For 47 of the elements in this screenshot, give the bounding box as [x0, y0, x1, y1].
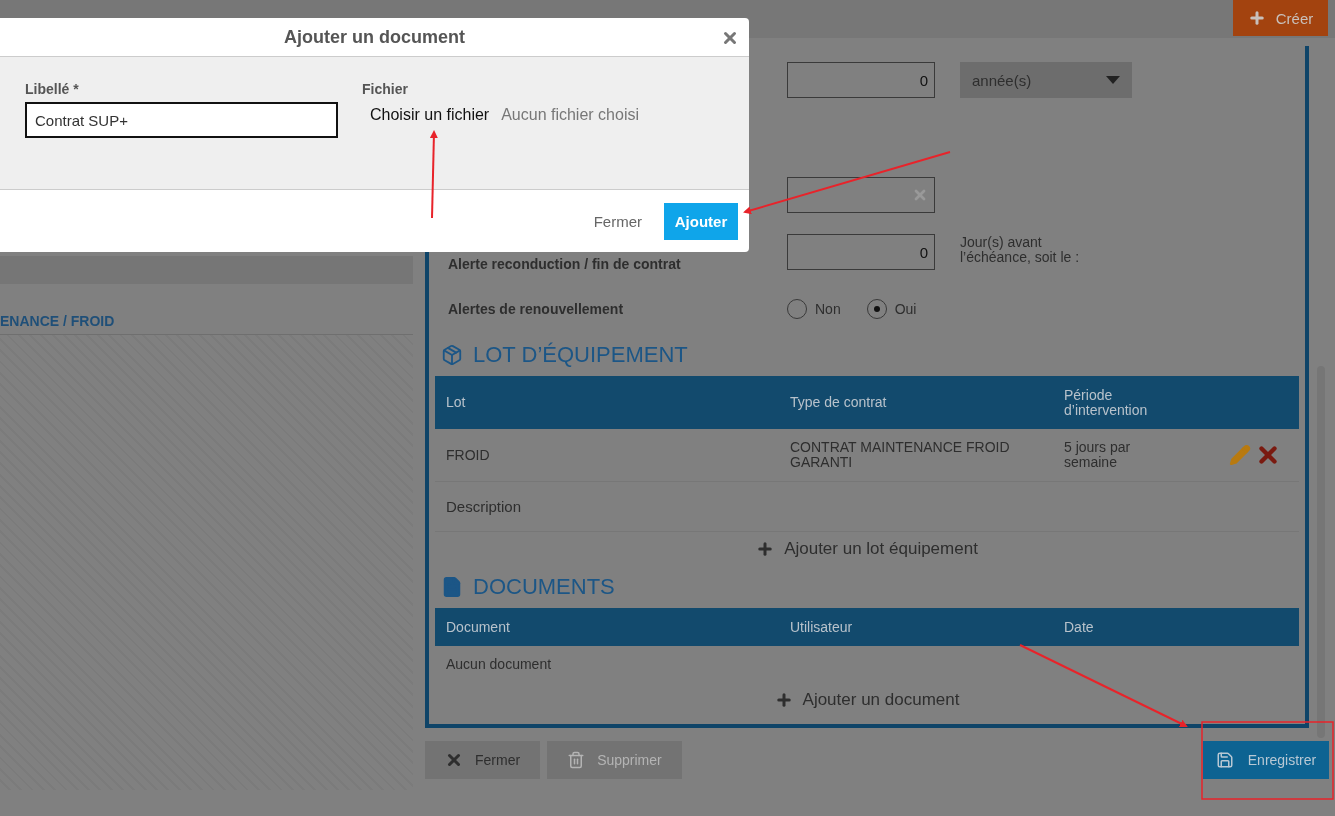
unit-select[interactable]: année(s) [960, 62, 1132, 98]
create-button[interactable]: Créer [1233, 0, 1328, 36]
save-icon [1215, 751, 1234, 769]
days-field[interactable]: 0 [787, 234, 935, 270]
file-status: Aucun fichier choisi [501, 106, 639, 124]
column-header: Lot [445, 395, 467, 410]
document-icon [441, 576, 463, 598]
add-lot-button[interactable]: Ajouter un lot équipement [750, 532, 984, 566]
table-cell-text: FROID [445, 447, 491, 463]
column-header: Date [1063, 619, 1095, 635]
plus-icon [774, 691, 793, 709]
duration-field[interactable]: 0 [787, 62, 935, 98]
close-icon [445, 751, 463, 769]
radio-option[interactable]: Non [787, 299, 841, 319]
label-input[interactable]: Contrat SUP+ [25, 102, 338, 138]
add-button[interactable]: Ajouter [664, 202, 738, 240]
close-button[interactable] [721, 29, 739, 47]
section-title: LOT D’ÉQUIPEMENT [473, 342, 688, 368]
close-button[interactable]: Fermer [587, 211, 648, 231]
description-row: Description [435, 482, 1299, 532]
radio-option[interactable]: Oui [866, 299, 917, 319]
field-label: Libellé * [25, 81, 80, 97]
column-header: Type de contrat [789, 395, 888, 410]
field-label: Alertes de renouvellement [448, 301, 625, 317]
empty-message: Aucun document [445, 655, 553, 674]
column-header: Document [445, 619, 511, 635]
close-button[interactable]: Fermer [425, 741, 541, 779]
field-label: Alerte reconduction / fin de contrat [448, 256, 682, 272]
table-cell-text: CONTRAT MAINTENANCE FROID GARANTI [789, 440, 1011, 470]
table-cell-text: 5 jours par semaine [1063, 440, 1132, 470]
column-header: Utilisateur [789, 619, 854, 635]
clear-icon[interactable] [912, 187, 928, 203]
save-button[interactable]: Enregistrer [1203, 741, 1329, 779]
field-label: Fichier [362, 81, 409, 97]
section-title: DOCUMENTS [473, 574, 615, 600]
plus-icon [1247, 9, 1266, 27]
boxes-icon [441, 344, 463, 366]
date-field[interactable] [787, 177, 935, 213]
scrollbar-thumb[interactable] [1317, 366, 1325, 738]
trash-icon [567, 751, 586, 769]
dialog-title: Ajouter un document [284, 26, 465, 48]
column-header: Période d’intervention [1063, 387, 1149, 418]
choose-file-button[interactable]: Choisir un fichier [370, 106, 490, 124]
add-document-button[interactable]: Ajouter un document [768, 682, 966, 718]
plus-icon [756, 540, 775, 558]
days-suffix: Jour(s) avant l’échéance, soit le : [960, 235, 1081, 265]
caret-icon [1106, 76, 1120, 84]
